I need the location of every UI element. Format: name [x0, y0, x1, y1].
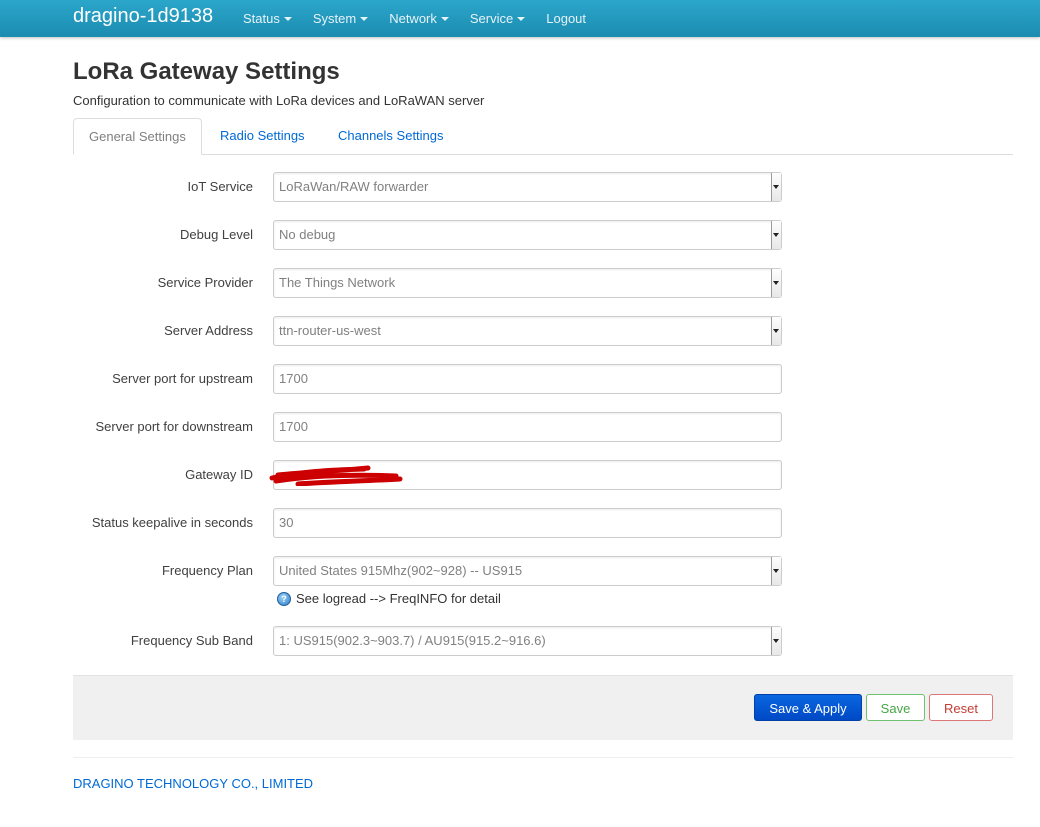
brand-hostname[interactable]: dragino-1d9138 [73, 5, 213, 28]
tab-channels-settings[interactable]: Channels Settings [323, 118, 459, 153]
gateway-id-label: Gateway ID [185, 467, 253, 482]
dropdown-button[interactable] [771, 173, 781, 201]
port-downstream-row: Server port for downstream 1700 [0, 412, 1040, 442]
chevron-down-icon [773, 185, 779, 189]
gateway-id-row: Gateway ID [0, 460, 1040, 490]
debug-level-value: No debug [279, 227, 336, 242]
sub-band-select[interactable]: 1: US915(902.3~903.7) / AU915(915.2~916.… [273, 626, 782, 656]
info-icon: ? [277, 591, 291, 606]
top-navbar: dragino-1d9138 Status System Network Ser… [0, 0, 1040, 37]
nav-system-label: System [312, 10, 357, 26]
keepalive-input[interactable]: 30 [273, 508, 782, 538]
iot-service-value: LoRaWan/RAW forwarder [279, 179, 429, 194]
chevron-down-icon [517, 17, 526, 21]
save-button[interactable]: Save [866, 694, 925, 721]
settings-tabs: General Settings Radio Settings Channels… [73, 118, 1013, 155]
service-provider-value: The Things Network [279, 275, 396, 290]
service-provider-label: Service Provider [157, 275, 253, 290]
iot-service-label: IoT Service [187, 179, 253, 194]
port-upstream-row: Server port for upstream 1700 [0, 364, 1040, 394]
chevron-down-icon [773, 329, 779, 333]
chevron-down-icon [773, 281, 779, 285]
server-address-row: Server Address ttn-router-us-west [0, 316, 1040, 346]
frequency-plan-hint: ? See logread --> FreqINFO for detail [277, 591, 501, 606]
frequency-plan-value: United States 915Mhz(902~928) -- US915 [279, 563, 523, 578]
page-title: LoRa Gateway Settings [73, 58, 340, 85]
nav-status[interactable]: Status [243, 0, 292, 37]
frequency-plan-hint-text: See logread --> FreqINFO for detail [296, 591, 501, 606]
keepalive-row: Status keepalive in seconds 30 [0, 508, 1040, 538]
nav-network[interactable]: Network [389, 0, 449, 37]
service-provider-row: Service Provider The Things Network [0, 268, 1040, 298]
nav-logout-label: Logout [546, 10, 587, 26]
footer-company-link[interactable]: DRAGINO TECHNOLOGY CO., LIMITED [73, 776, 313, 791]
nav-system[interactable]: System [312, 0, 369, 37]
redaction-scribble [269, 465, 403, 486]
port-upstream-value: 1700 [279, 371, 308, 386]
nav-network-label: Network [389, 10, 437, 26]
frequency-plan-select[interactable]: United States 915Mhz(902~928) -- US915 [273, 556, 782, 586]
reset-button[interactable]: Reset [929, 694, 993, 721]
iot-service-select[interactable]: LoRaWan/RAW forwarder [273, 172, 782, 202]
port-upstream-label: Server port for upstream [112, 371, 253, 386]
footer-divider [73, 757, 1013, 758]
iot-service-row: IoT Service LoRaWan/RAW forwarder [0, 172, 1040, 202]
debug-level-row: Debug Level No debug [0, 220, 1040, 250]
chevron-down-icon [773, 639, 779, 643]
port-downstream-value: 1700 [279, 419, 308, 434]
form-actions: Save & Apply Save Reset [73, 675, 1013, 740]
server-address-label: Server Address [164, 323, 253, 338]
chevron-down-icon [773, 569, 779, 573]
sub-band-row: Frequency Sub Band 1: US915(902.3~903.7)… [0, 626, 1040, 656]
tab-general-settings[interactable]: General Settings [73, 118, 202, 155]
page-description: Configuration to communicate with LoRa d… [73, 93, 485, 108]
keepalive-label: Status keepalive in seconds [91, 515, 253, 530]
server-address-value: ttn-router-us-west [279, 323, 381, 338]
main-nav: Status System Network Service Logout [243, 0, 607, 37]
gateway-id-input[interactable] [269, 460, 782, 490]
tab-radio-settings[interactable]: Radio Settings [205, 118, 320, 153]
frequency-plan-label: Frequency Plan [161, 563, 253, 578]
chevron-down-icon [440, 17, 449, 21]
sub-band-label: Frequency Sub Band [130, 633, 253, 648]
dropdown-button[interactable] [771, 317, 781, 345]
port-downstream-input[interactable]: 1700 [273, 412, 782, 442]
frequency-plan-row: Frequency Plan United States 915Mhz(902~… [0, 556, 1040, 586]
server-address-select[interactable]: ttn-router-us-west [273, 316, 782, 346]
service-provider-select[interactable]: The Things Network [273, 268, 782, 298]
save-apply-button[interactable]: Save & Apply [754, 694, 862, 721]
sub-band-value: 1: US915(902.3~903.7) / AU915(915.2~916.… [279, 633, 546, 648]
nav-service-label: Service [469, 10, 514, 26]
nav-logout[interactable]: Logout [546, 0, 586, 37]
chevron-down-icon [773, 233, 779, 237]
debug-level-select[interactable]: No debug [273, 220, 782, 250]
dropdown-button[interactable] [771, 221, 781, 249]
dropdown-button[interactable] [771, 269, 781, 297]
nav-status-label: Status [243, 10, 280, 26]
dropdown-button[interactable] [771, 557, 781, 585]
chevron-down-icon [360, 17, 369, 21]
nav-service[interactable]: Service [469, 0, 526, 37]
keepalive-value: 30 [279, 515, 294, 530]
port-downstream-label: Server port for downstream [95, 419, 253, 434]
debug-level-label: Debug Level [180, 227, 253, 242]
port-upstream-input[interactable]: 1700 [273, 364, 782, 394]
chevron-down-icon [283, 17, 292, 21]
dropdown-button[interactable] [771, 627, 781, 655]
